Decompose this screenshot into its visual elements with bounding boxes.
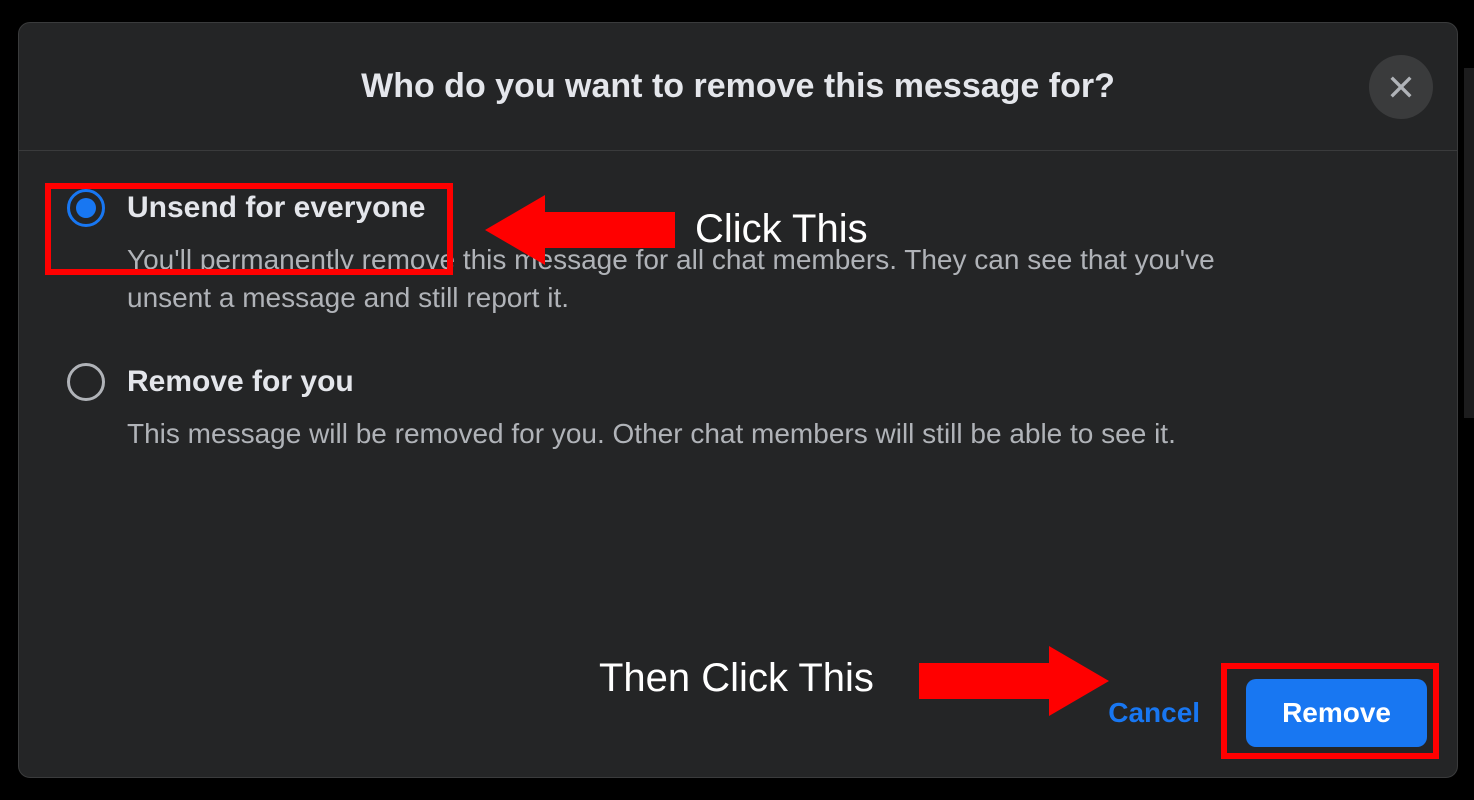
- modal-title: Who do you want to remove this message f…: [361, 67, 1115, 106]
- option-label: Unsend for everyone: [127, 191, 425, 225]
- option-header: Remove for you: [67, 363, 1457, 401]
- remove-message-modal: Who do you want to remove this message f…: [18, 22, 1458, 778]
- close-icon: [1385, 71, 1417, 103]
- modal-footer: Cancel Remove: [1082, 679, 1427, 747]
- radio-selected-icon[interactable]: [67, 189, 105, 227]
- arrow-right-icon: [919, 641, 1109, 721]
- option-description: You'll permanently remove this message f…: [127, 241, 1297, 317]
- option-remove-for-you[interactable]: Remove for you This message will be remo…: [19, 363, 1457, 453]
- arrow-left-icon: [485, 190, 675, 270]
- remove-button[interactable]: Remove: [1246, 679, 1427, 747]
- close-button[interactable]: [1369, 55, 1433, 119]
- option-description: This message will be removed for you. Ot…: [127, 415, 1297, 453]
- option-label: Remove for you: [127, 365, 354, 399]
- radio-unselected-icon[interactable]: [67, 363, 105, 401]
- annotation-arrow-left: [485, 190, 675, 270]
- annotation-text-click-this: Click This: [695, 207, 868, 252]
- annotation-arrow-right: [919, 641, 1109, 721]
- background-panel-fragment: [1464, 68, 1474, 418]
- annotation-text-then-click-this: Then Click This: [599, 656, 874, 701]
- modal-header: Who do you want to remove this message f…: [19, 23, 1457, 151]
